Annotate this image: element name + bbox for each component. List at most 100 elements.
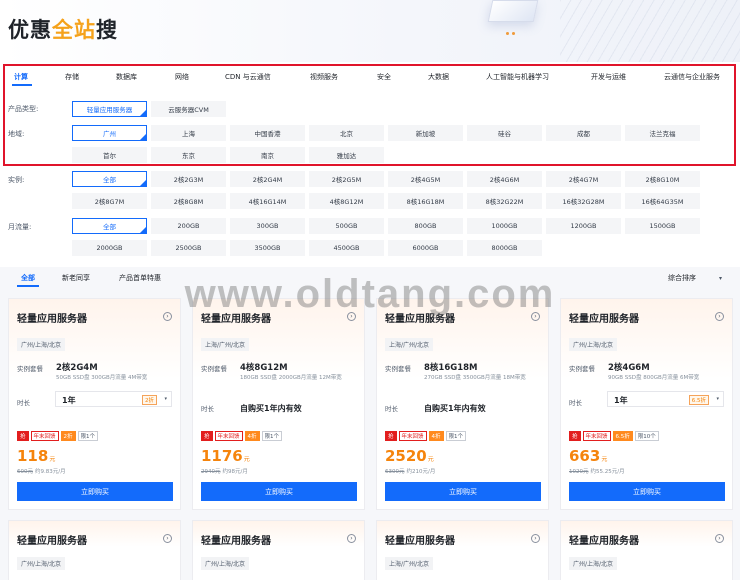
filter-instance[interactable]: 2核4G7M <box>546 171 621 187</box>
filter-traffic[interactable]: 3500GB <box>230 240 305 256</box>
filter-traffic[interactable]: 4500GB <box>309 240 384 256</box>
filter-traffic[interactable]: 300GB <box>230 218 305 234</box>
chevron-right-icon[interactable]: › <box>531 534 540 543</box>
card-title: 轻量应用服务器 <box>569 536 639 547</box>
filter-traffic[interactable]: 2000GB <box>72 240 147 256</box>
filter-instance[interactable]: 2核4G5M <box>388 171 463 187</box>
tab-storage[interactable]: 存储 <box>65 72 79 82</box>
price: 2520元 <box>385 447 434 465</box>
chevron-right-icon[interactable]: › <box>715 534 724 543</box>
filter-instance[interactable]: 2核8G10M <box>625 171 700 187</box>
chevron-right-icon[interactable]: › <box>347 312 356 321</box>
filter-traffic[interactable]: 全部 <box>72 218 147 234</box>
duration-select[interactable]: 1年 2折 ▾ <box>55 391 172 407</box>
tab-database[interactable]: 数据库 <box>116 72 137 82</box>
filter-instance[interactable]: 2核2G4M <box>230 171 305 187</box>
filter-instance[interactable]: 2核8G8M <box>151 193 226 209</box>
duration-select[interactable]: 1年 6.5折 ▾ <box>607 391 724 407</box>
buy-button[interactable]: 立即购买 <box>201 482 357 501</box>
chevron-right-icon[interactable]: › <box>531 312 540 321</box>
filter-region[interactable]: 法兰克福 <box>625 125 700 141</box>
tag-list: 抢 年末回馈 4折 限1个 <box>385 431 467 441</box>
filter-instance[interactable]: 16核32G28M <box>546 193 621 209</box>
dot-graphic <box>512 32 515 35</box>
chevron-right-icon[interactable]: › <box>347 534 356 543</box>
product-card: 轻量应用服务器 › 广州/上海/北京 <box>192 520 365 580</box>
filter-region[interactable]: 北京 <box>309 125 384 141</box>
price: 663元 <box>569 447 607 465</box>
price-value: 1176 <box>201 447 243 465</box>
filter-instance[interactable]: 8核16G18M <box>388 193 463 209</box>
subtab-first-order[interactable]: 产品首单特惠 <box>119 273 161 283</box>
card-spec-desc: 180GB SSD盘 2000GB月流量 12M带宽 <box>240 375 342 381</box>
duration-value: 自购买1年内有效 <box>424 404 486 413</box>
filter-traffic[interactable]: 8000GB <box>467 240 542 256</box>
duration-value: 1年 <box>614 396 628 405</box>
price-unit: 元 <box>427 456 434 463</box>
sort-select[interactable]: 综合排序 <box>668 273 696 283</box>
card-spec-desc: 270GB SSD盘 3500GB月流量 18M带宽 <box>424 375 526 381</box>
discount-badge: 4折 <box>244 431 260 441</box>
filter-instance[interactable]: 2核2G5M <box>309 171 384 187</box>
tab-devops[interactable]: 开发与运维 <box>591 72 626 82</box>
filter-instance[interactable]: 2核2G3M <box>151 171 226 187</box>
chevron-right-icon[interactable]: › <box>163 312 172 321</box>
filter-instance[interactable]: 8核32G22M <box>467 193 542 209</box>
buy-button[interactable]: 立即购买 <box>385 482 541 501</box>
tab-cdn[interactable]: CDN 与云通信 <box>225 72 271 82</box>
original-price-value: 600元 <box>17 469 33 475</box>
monthly-price: 约9.83元/月 <box>35 469 66 475</box>
event-badge: 年末回馈 <box>582 431 611 441</box>
tab-security[interactable]: 安全 <box>377 72 391 82</box>
buy-button[interactable]: 立即购买 <box>569 482 725 501</box>
discount-badge: 4折 <box>428 431 444 441</box>
tab-enterprise[interactable]: 云通信与企业服务 <box>664 72 720 82</box>
card-spec-desc: 90GB SSD盘 800GB月流量 6M带宽 <box>608 375 700 381</box>
tab-ai[interactable]: 人工智能与机器学习 <box>486 72 549 82</box>
filter-traffic[interactable]: 1500GB <box>625 218 700 234</box>
filter-region[interactable]: 新加坡 <box>388 125 463 141</box>
filter-instance[interactable]: 4核8G12M <box>309 193 384 209</box>
chevron-down-icon[interactable]: ▾ <box>719 275 722 282</box>
filter-instance[interactable]: 2核8G7M <box>72 193 147 209</box>
tab-network[interactable]: 网络 <box>175 72 189 82</box>
filter-instance[interactable]: 2核4G6M <box>467 171 542 187</box>
card-region: 广州/上海/北京 <box>201 557 250 570</box>
filter-region[interactable]: 硅谷 <box>467 125 542 141</box>
subtab-all[interactable]: 全部 <box>21 273 35 283</box>
filter-region[interactable]: 中国香港 <box>230 125 305 141</box>
duration-label: 时长 <box>17 399 30 407</box>
filter-region[interactable]: 上海 <box>151 125 226 141</box>
chevron-right-icon[interactable]: › <box>715 312 724 321</box>
filter-region[interactable]: 首尔 <box>72 147 147 163</box>
filter-traffic[interactable]: 2500GB <box>151 240 226 256</box>
tab-video[interactable]: 视频服务 <box>310 72 338 82</box>
traffic-label: 月流量: <box>8 223 32 231</box>
filter-instance[interactable]: 4核16G14M <box>230 193 305 209</box>
price-value: 118 <box>17 447 49 465</box>
filter-traffic[interactable]: 200GB <box>151 218 226 234</box>
subtab-shared[interactable]: 新老同享 <box>62 273 90 283</box>
chevron-right-icon[interactable]: › <box>163 534 172 543</box>
duration-value: 自购买1年内有效 <box>240 404 302 413</box>
filter-traffic[interactable]: 800GB <box>388 218 463 234</box>
filter-product-lighthouse[interactable]: 轻量应用服务器 <box>72 101 147 117</box>
tab-compute[interactable]: 计算 <box>14 72 28 82</box>
filter-region[interactable]: 雅加达 <box>309 147 384 163</box>
filter-region[interactable]: 成都 <box>546 125 621 141</box>
filter-instance[interactable]: 全部 <box>72 171 147 187</box>
chevron-down-icon: ▾ <box>716 396 719 402</box>
filter-region[interactable]: 东京 <box>151 147 226 163</box>
filter-region[interactable]: 广州 <box>72 125 147 141</box>
filter-traffic[interactable]: 1200GB <box>546 218 621 234</box>
filter-traffic[interactable]: 6000GB <box>388 240 463 256</box>
filter-traffic[interactable]: 500GB <box>309 218 384 234</box>
tab-bigdata[interactable]: 大数据 <box>428 72 449 82</box>
filter-region[interactable]: 南京 <box>230 147 305 163</box>
filter-traffic[interactable]: 1000GB <box>467 218 542 234</box>
buy-button[interactable]: 立即购买 <box>17 482 173 501</box>
filter-instance[interactable]: 16核64G35M <box>625 193 700 209</box>
duration-label: 时长 <box>201 405 214 413</box>
filter-product-cvm[interactable]: 云服务器CVM <box>151 101 226 117</box>
tag-list: 抢 年末回馈 2折 限1个 <box>17 431 99 441</box>
